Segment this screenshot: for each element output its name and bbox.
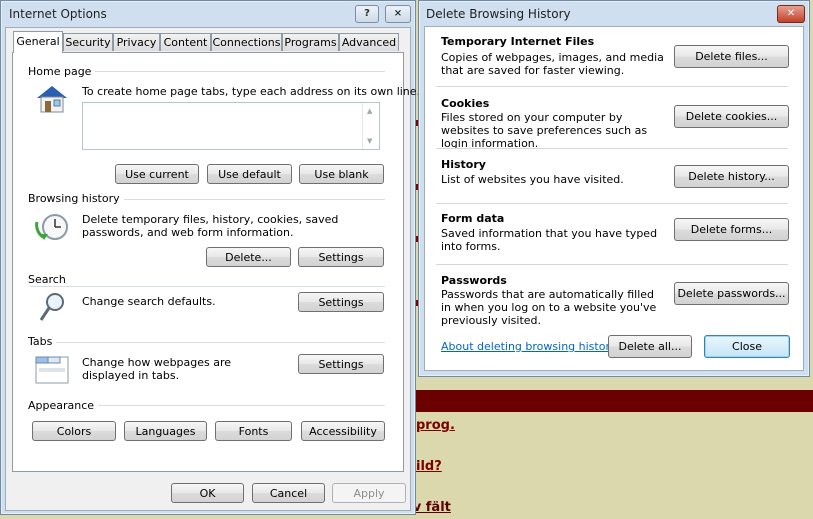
section-description: List of websites you have visited. <box>441 173 624 186</box>
apply-button[interactable]: Apply <box>332 483 406 503</box>
home-page-label: Home page <box>28 65 96 78</box>
section-description: Saved information that you have typed in… <box>441 227 658 253</box>
divider <box>436 203 788 204</box>
magnifier-icon <box>38 291 68 323</box>
browsing-history-settings-button[interactable]: Settings <box>298 247 384 267</box>
section-title: Form data <box>441 212 505 225</box>
ok-button[interactable]: OK <box>171 483 244 503</box>
divider <box>30 286 385 287</box>
section-description: Files stored on your computer by website… <box>441 111 648 150</box>
vertical-scrollbar[interactable]: ▲ ▼ <box>362 103 379 149</box>
window-title: Delete Browsing History <box>426 7 571 21</box>
tab-general[interactable]: General <box>13 31 63 53</box>
tab-connections[interactable]: Connections <box>211 33 282 51</box>
title-bar: Delete Browsing History ✕ <box>419 1 809 27</box>
divider <box>436 264 788 265</box>
delete-all-button[interactable]: Delete all... <box>608 335 692 358</box>
delete-history-button[interactable]: Delete history... <box>674 165 789 188</box>
home-icon <box>35 84 69 114</box>
scroll-down-arrow-icon[interactable]: ▼ <box>367 137 372 145</box>
home-page-address-input[interactable]: ▲ ▼ <box>82 102 380 150</box>
bg-link[interactable]: prog. <box>416 418 455 433</box>
delete-files-button[interactable]: Delete files... <box>674 45 789 68</box>
browsing-history-description: Delete temporary files, history, cookies… <box>82 213 339 239</box>
section-description: Passwords that are automatically filled … <box>441 288 657 327</box>
close-button[interactable]: Close <box>704 335 790 358</box>
use-current-button[interactable]: Use current <box>115 164 199 184</box>
divider <box>436 148 788 149</box>
scroll-up-arrow-icon[interactable]: ▲ <box>367 107 372 115</box>
delete-forms-button[interactable]: Delete forms... <box>674 218 789 241</box>
help-button[interactable]: ? <box>355 5 379 23</box>
delete-passwords-button[interactable]: Delete passwords... <box>674 282 789 305</box>
search-settings-button[interactable]: Settings <box>298 292 384 312</box>
browsing-history-label: Browsing history <box>28 192 124 205</box>
section-title: History <box>441 158 486 171</box>
search-description: Change search defaults. <box>82 295 216 308</box>
tabs-settings-button[interactable]: Settings <box>298 354 384 374</box>
colors-button[interactable]: Colors <box>32 421 116 441</box>
window-title: Internet Options <box>9 7 107 21</box>
divider <box>436 86 788 87</box>
bg-header-bar <box>400 390 813 412</box>
appearance-label: Appearance <box>28 399 99 412</box>
delete-cookies-button[interactable]: Delete cookies... <box>674 105 789 128</box>
languages-button[interactable]: Languages <box>124 421 207 441</box>
search-label: Search <box>28 273 70 286</box>
tabs-icon <box>35 354 69 384</box>
close-icon[interactable]: ✕ <box>777 5 805 23</box>
tab-security[interactable]: Security <box>63 33 113 51</box>
delete-button[interactable]: Delete... <box>206 247 291 267</box>
divider <box>30 342 385 343</box>
history-clock-icon <box>35 212 71 242</box>
tab-privacy[interactable]: Privacy <box>113 33 160 51</box>
section-title: Passwords <box>441 274 507 287</box>
close-button[interactable]: ⨯ <box>385 5 411 23</box>
about-deleting-history-link[interactable]: About deleting browsing history <box>441 340 616 353</box>
tab-programs[interactable]: Programs <box>282 33 339 51</box>
fonts-button[interactable]: Fonts <box>215 421 292 441</box>
tab-advanced[interactable]: Advanced <box>339 33 399 51</box>
tab-content[interactable]: Content <box>160 33 211 51</box>
home-page-description: To create home page tabs, type each addr… <box>82 85 421 98</box>
accessibility-button[interactable]: Accessibility <box>301 421 385 441</box>
use-default-button[interactable]: Use default <box>207 164 292 184</box>
use-blank-button[interactable]: Use blank <box>299 164 384 184</box>
tabs-description: Change how webpages are displayed in tab… <box>82 356 232 382</box>
section-title: Temporary Internet Files <box>441 35 595 48</box>
section-description: Copies of webpages, images, and media th… <box>441 51 664 77</box>
section-title: Cookies <box>441 97 490 110</box>
tabs-label: Tabs <box>28 335 57 348</box>
cancel-button[interactable]: Cancel <box>252 483 325 503</box>
title-bar: Internet Options ? ⨯ <box>1 1 415 27</box>
bg-link[interactable]: ild? <box>416 459 442 474</box>
